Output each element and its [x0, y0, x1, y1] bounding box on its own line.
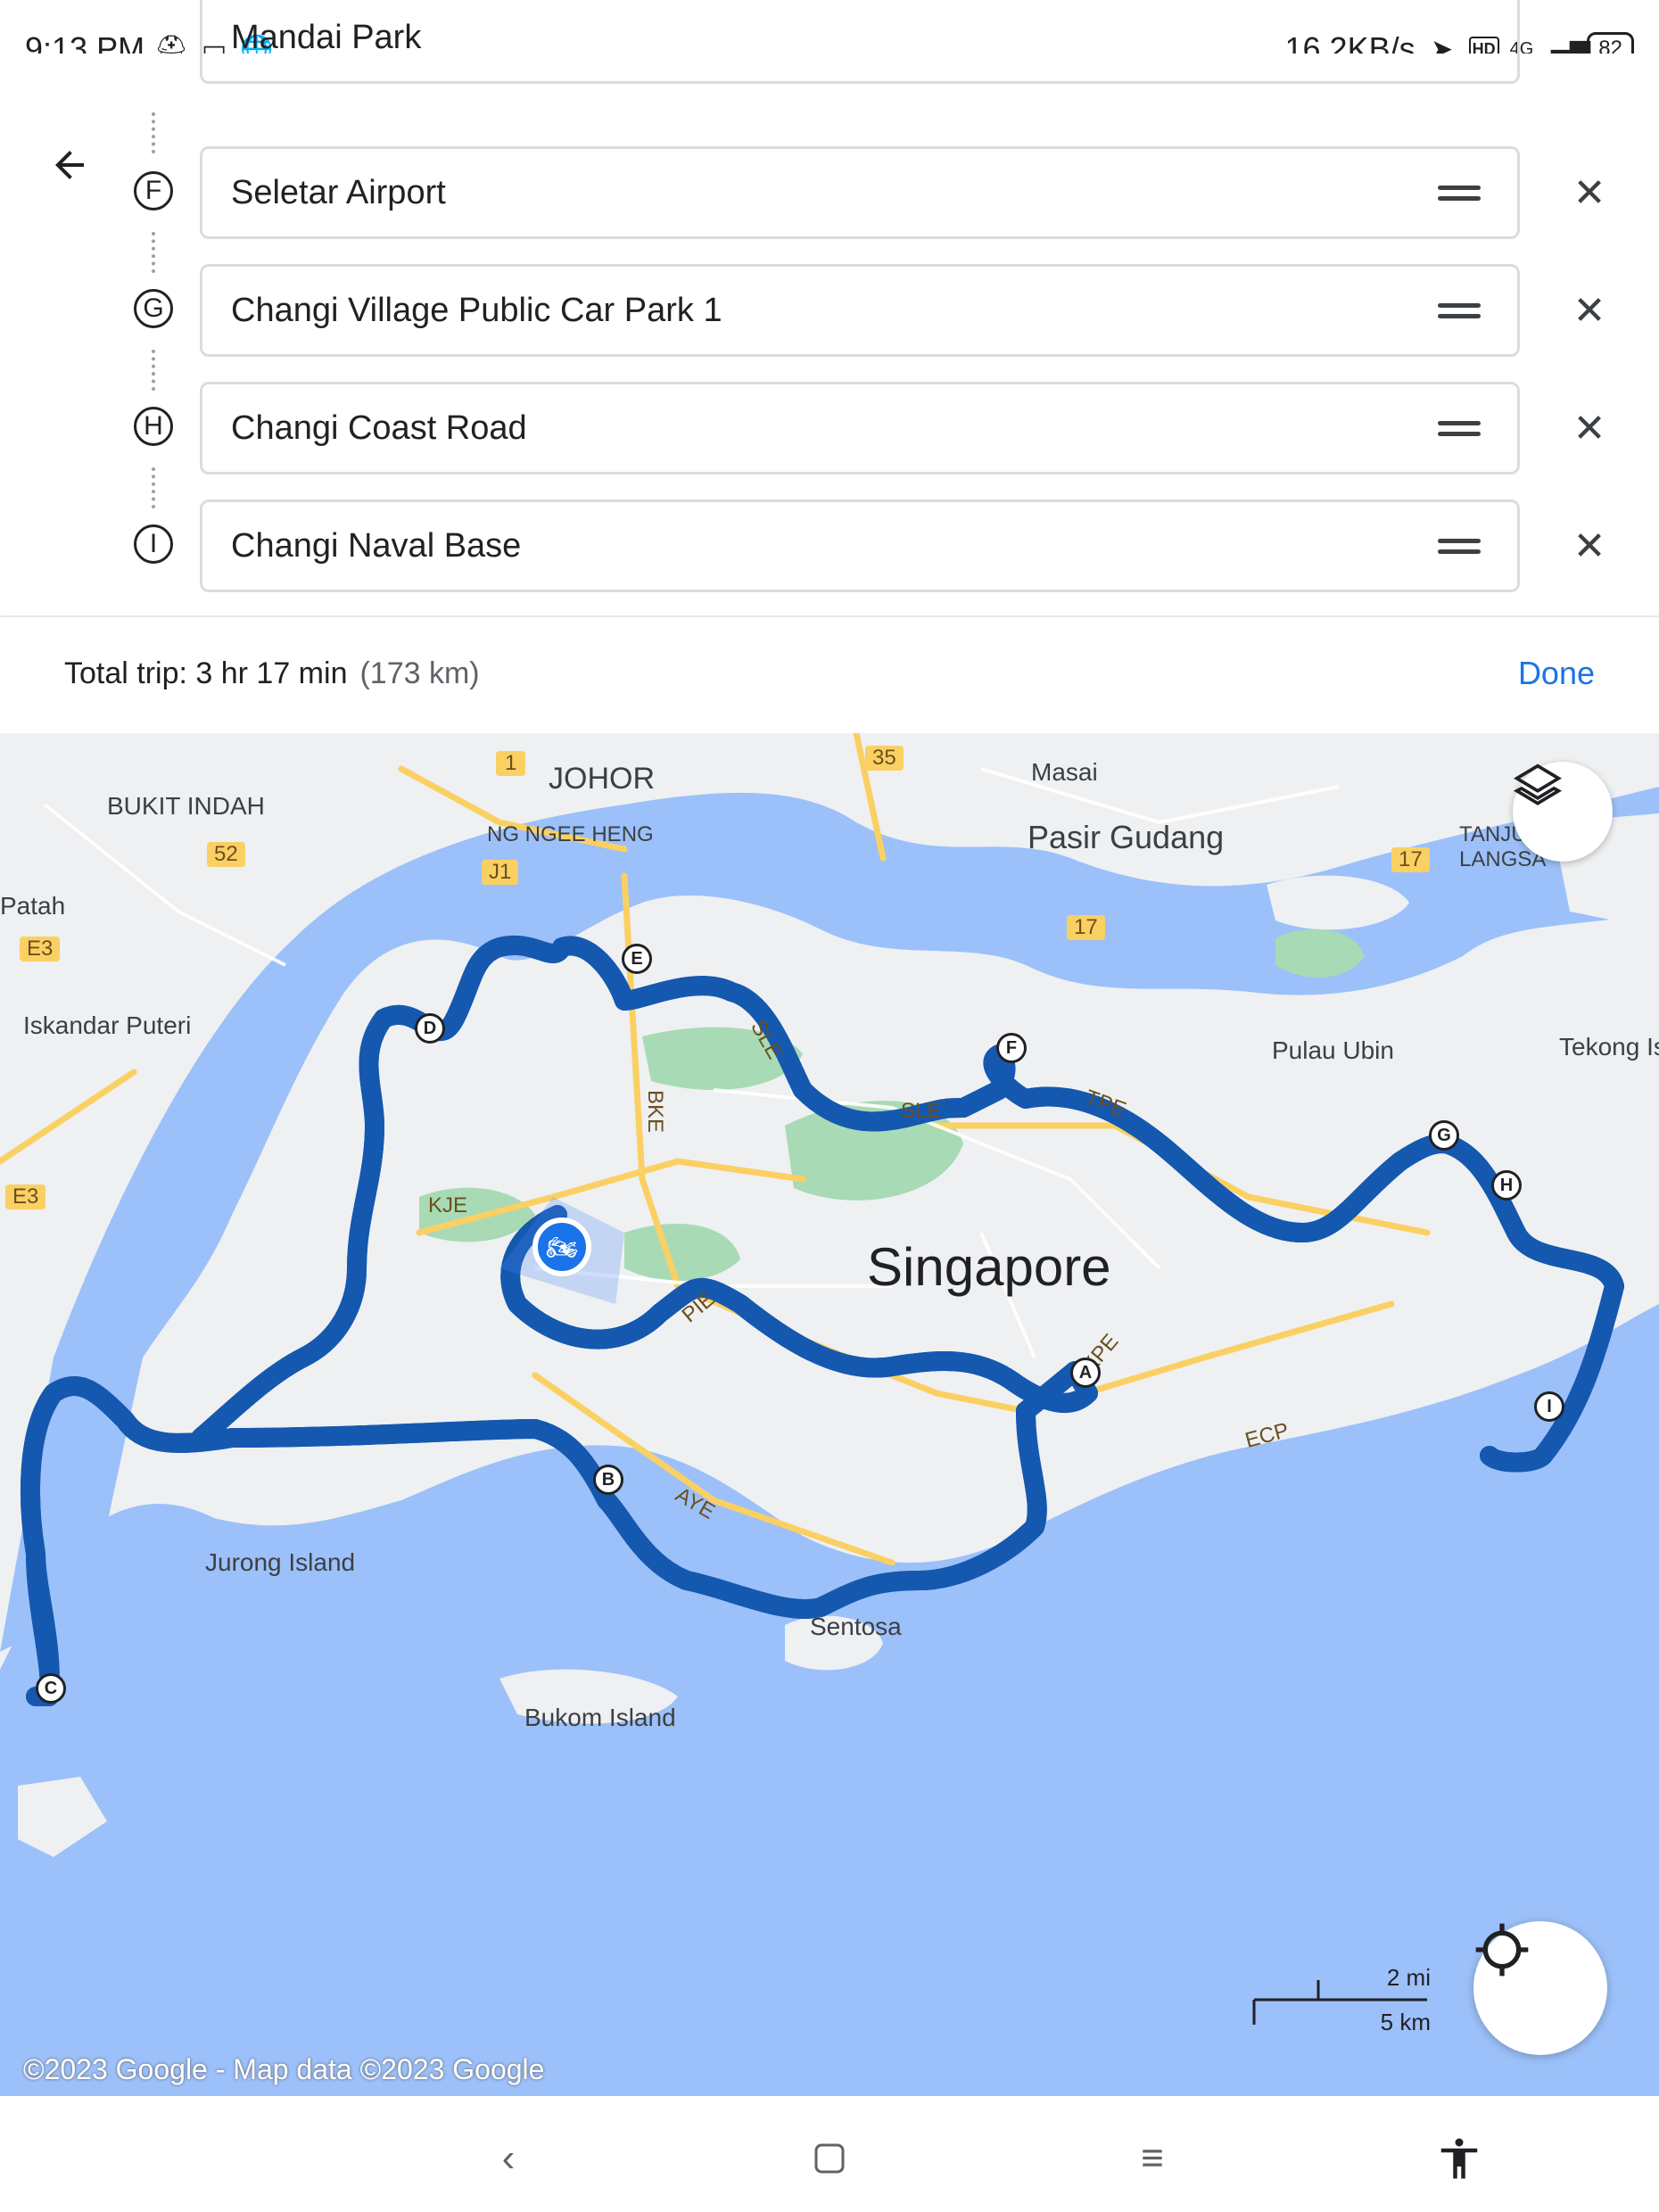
map-canvas — [0, 733, 1659, 2096]
trip-summary: Total trip: 3 hr 17 min (173 km) Done — [0, 617, 1659, 733]
label-bukit-indah: BUKIT INDAH — [107, 792, 265, 820]
close-icon[interactable]: ✕ — [1570, 407, 1609, 450]
route-shield-52: 52 — [207, 842, 245, 867]
map-copyright: ©2023 Google - Map data ©2023 Google — [23, 2053, 545, 2085]
route-shield-e3a: E3 — [20, 937, 61, 962]
label-iskandar-puteri: Iskandar Puteri — [23, 1011, 192, 1039]
waypoint-marker-e[interactable]: E — [622, 944, 652, 974]
stop-letter-i: I — [134, 524, 173, 564]
label-bukom-island: Bukom Island — [524, 1704, 676, 1731]
route-shield-17a: 17 — [1391, 847, 1430, 872]
label-singapore: Singapore — [867, 1237, 1111, 1297]
map-scale: 2 mi 5 km — [1252, 1964, 1431, 2035]
road-sle-2: SLE — [901, 1099, 942, 1123]
trip-duration: Total trip: 3 hr 17 min — [64, 656, 348, 690]
nav-home-icon[interactable] — [803, 2132, 856, 2185]
route-shield-j1: J1 — [482, 860, 519, 885]
close-icon[interactable]: ✕ — [1570, 171, 1609, 215]
route-shield-35: 35 — [865, 746, 904, 771]
drag-handle-icon[interactable] — [1438, 180, 1481, 207]
route-shield-17b: 17 — [1067, 915, 1105, 940]
stop-row-i: I Changi Naval Base ✕ — [0, 499, 1659, 598]
label-ng-ngee-heng: NG NGEE HENG — [487, 822, 654, 846]
my-location-button[interactable] — [1473, 1921, 1607, 2055]
directions-header: Mandai Park F Seletar Airport ✕ G Changi… — [0, 0, 1659, 615]
label-jurong-island: Jurong Island — [205, 1548, 356, 1576]
done-button[interactable]: Done — [1518, 655, 1595, 692]
route-shield-1: 1 — [496, 751, 526, 776]
trip-total: Total trip: 3 hr 17 min (173 km) — [64, 656, 480, 691]
route-shield-e3b: E3 — [5, 1184, 46, 1209]
stop-letter-f: F — [134, 171, 173, 210]
waypoint-marker-h[interactable]: H — [1491, 1170, 1522, 1201]
trip-distance: (173 km) — [359, 656, 480, 690]
waypoint-marker-i[interactable]: I — [1534, 1391, 1564, 1422]
waypoint-marker-f[interactable]: F — [996, 1033, 1027, 1063]
label-tekong: Tekong Is — [1559, 1033, 1659, 1061]
stop-field-changi-coast-road[interactable]: Changi Coast Road — [200, 382, 1520, 475]
label-masai: Masai — [1031, 758, 1098, 786]
stop-field-partial[interactable]: Mandai Park — [200, 0, 1520, 84]
waypoint-marker-d[interactable]: D — [415, 1013, 445, 1044]
road-bke: BKE — [643, 1089, 668, 1134]
drag-handle-icon[interactable] — [1438, 298, 1481, 325]
map-view[interactable]: JOHOR BUKIT INDAH NG NGEE HENG Masai Pas… — [0, 733, 1659, 2096]
label-pasir-gudang: Pasir Gudang — [1028, 819, 1225, 855]
waypoint-marker-g[interactable]: G — [1429, 1120, 1459, 1151]
layers-button[interactable] — [1513, 762, 1613, 862]
close-icon[interactable]: ✕ — [1570, 289, 1609, 333]
waypoint-marker-b[interactable]: B — [593, 1465, 623, 1495]
label-patah: Patah — [0, 892, 66, 920]
motorcycle-location-icon: 🏍 — [546, 1233, 578, 1261]
label-johor: JOHOR — [549, 762, 655, 796]
scale-kilometers: 5 km — [1380, 2009, 1431, 2035]
drag-handle-icon[interactable] — [1438, 416, 1481, 442]
crosshair-icon — [1475, 1923, 1529, 1977]
drag-handle-icon[interactable] — [1438, 533, 1481, 560]
stop-row-g: G Changi Village Public Car Park 1 ✕ — [0, 264, 1659, 362]
stop-field-changi-naval-base[interactable]: Changi Naval Base — [200, 499, 1520, 592]
road-kje: KJE — [428, 1193, 468, 1217]
stop-row-h: H Changi Coast Road ✕ — [0, 382, 1659, 480]
close-icon[interactable]: ✕ — [1570, 524, 1609, 568]
layers-icon — [1513, 763, 1563, 805]
waypoint-marker-c[interactable]: C — [36, 1673, 66, 1704]
stop-field-seletar-airport[interactable]: Seletar Airport — [200, 146, 1520, 239]
label-sentosa: Sentosa — [810, 1613, 902, 1640]
accessibility-icon[interactable] — [1432, 2132, 1486, 2185]
system-nav-bar: ‹ ≡ — [0, 2096, 1659, 2212]
nav-menu-icon[interactable]: ≡ — [1126, 2132, 1179, 2185]
nav-back-icon[interactable]: ‹ — [482, 2132, 535, 2185]
label-pulau-ubin: Pulau Ubin — [1272, 1036, 1394, 1064]
stop-letter-h: H — [134, 407, 173, 446]
stop-letter-g: G — [134, 289, 173, 328]
waypoint-marker-a[interactable]: A — [1070, 1358, 1101, 1388]
stop-row-partial: Mandai Park — [0, 0, 1659, 89]
stop-field-changi-village[interactable]: Changi Village Public Car Park 1 — [200, 264, 1520, 357]
stop-row-f: F Seletar Airport ✕ — [0, 146, 1659, 244]
